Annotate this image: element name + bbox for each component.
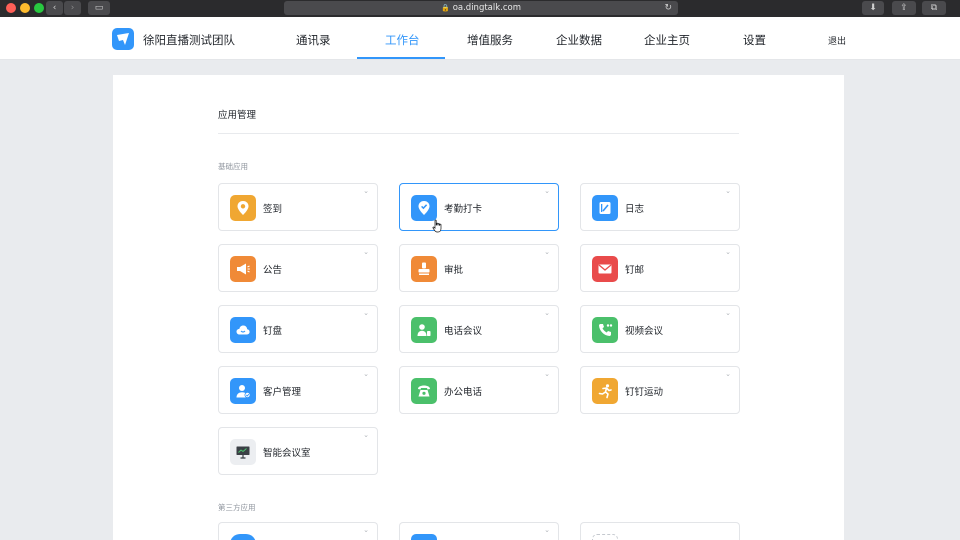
forward-arrow-icon: › [70,3,75,13]
app-card-checkin[interactable]: 签到 ⌄ [218,183,378,231]
app-card-smart-meeting-room[interactable]: 智能会议室 ⌄ [218,427,378,475]
close-window-button[interactable] [6,3,16,13]
nav-enterprise-data[interactable]: 企业数据 [556,32,602,48]
chevron-down-icon[interactable]: ⌄ [544,526,550,534]
chevron-down-icon[interactable]: ⌄ [363,526,369,534]
lock-icon: 🔒 [440,4,450,12]
chevron-down-icon[interactable]: ⌄ [363,309,369,317]
customer-icon [230,378,256,404]
minimize-window-button[interactable] [20,3,30,13]
app-card-attendance[interactable]: 考勤打卡 ⌄ [399,183,559,231]
third-party-apps-heading: 第三方应用 [218,503,256,512]
app-label: 审批 [444,265,464,276]
nav-contacts[interactable]: 通讯录 [296,32,331,48]
chevron-down-icon[interactable]: ⌄ [725,248,731,256]
sidebar-toggle-button[interactable]: ▭ [88,1,110,15]
app-label: 办公电话 [444,387,483,398]
app-card-announcement[interactable]: 公告 ⌄ [218,244,378,292]
app-card-video-conference[interactable]: 视频会议 ⌄ [580,305,740,353]
app-card-mail[interactable]: 钉邮 ⌄ [580,244,740,292]
nav-value-added-services[interactable]: 增值服务 [467,32,513,48]
app-label: 智能会议室 [263,448,311,459]
tabs-icon: ⧉ [930,3,938,13]
chevron-down-icon[interactable]: ⌄ [363,370,369,378]
location-pin-icon [230,195,256,221]
maximize-window-button[interactable] [34,3,44,13]
app-card-conference-call[interactable]: 电话会议 ⌄ [399,305,559,353]
back-button[interactable]: ‹ [46,1,63,15]
chevron-down-icon[interactable]: ⌄ [363,187,369,195]
video-call-icon [592,317,618,343]
reload-icon[interactable]: ↻ [664,1,672,15]
active-nav-indicator [357,57,445,59]
app-label: 钉钉运动 [625,387,664,398]
share-button[interactable]: ⇪ [892,1,916,15]
app-label: 客户管理 [263,387,302,398]
app-icon [230,534,256,540]
forward-button[interactable]: › [64,1,81,15]
chevron-down-icon[interactable]: ⌄ [363,248,369,256]
add-app-placeholder-icon [592,534,618,540]
app-card-approval[interactable]: 审批 ⌄ [399,244,559,292]
hand-cursor-icon [432,219,442,233]
basic-apps-heading: 基础应用 [218,162,248,171]
app-label: 视频会议 [625,326,664,337]
chevron-down-icon[interactable]: ⌄ [544,248,550,256]
runner-icon [592,378,618,404]
app-header: 徐阳直播测试团队 通讯录 工作台 增值服务 企业数据 企业主页 设置 退出 [0,17,960,60]
phone-person-icon [411,317,437,343]
cloud-icon [230,317,256,343]
tab-overview-button[interactable]: ⧉ [922,1,946,15]
megaphone-icon [230,256,256,282]
logout-link[interactable]: 退出 [828,34,846,47]
notebook-icon [592,195,618,221]
checkin-pin-icon [411,195,437,221]
browser-toolbar: ‹ › ▭ 🔒 oa.dingtalk.com ↻ ⬇ ⇪ ⧉ [0,0,960,17]
app-label: 考勤打卡 [444,204,483,215]
back-arrow-icon: ‹ [52,3,57,13]
app-label: 电话会议 [444,326,483,337]
chevron-down-icon[interactable]: ⌄ [725,370,731,378]
app-label: 公告 [263,265,283,276]
app-card-customer-management[interactable]: 客户管理 ⌄ [218,366,378,414]
app-label: 签到 [263,204,283,215]
app-card-drive[interactable]: 钉盘 ⌄ [218,305,378,353]
mail-icon [592,256,618,282]
chevron-down-icon[interactable]: ⌄ [725,187,731,195]
chevron-down-icon[interactable]: ⌄ [544,370,550,378]
downloads-button[interactable]: ⬇ [862,1,884,15]
address-bar[interactable]: 🔒 oa.dingtalk.com ↻ [284,1,678,15]
nav-enterprise-homepage[interactable]: 企业主页 [644,32,690,48]
nav-settings[interactable]: 设置 [743,32,766,48]
share-icon: ⇪ [900,3,908,13]
app-icon [411,534,437,540]
app-label: 钉盘 [263,326,283,337]
download-icon: ⬇ [869,3,877,13]
chevron-down-icon[interactable]: ⌄ [725,309,731,317]
chevron-down-icon[interactable]: ⌄ [363,431,369,439]
chevron-down-icon[interactable]: ⌄ [544,187,550,195]
app-card-office-phone[interactable]: 办公电话 ⌄ [399,366,559,414]
page-title: 应用管理 [218,110,257,121]
sidebar-icon: ▭ [94,3,104,13]
dingtalk-logo-icon[interactable] [112,28,134,50]
presentation-board-icon [230,439,256,465]
url-text: oa.dingtalk.com [452,3,522,13]
app-label: 日志 [625,204,645,215]
app-card-log[interactable]: 日志 ⌄ [580,183,740,231]
desk-phone-icon [411,378,437,404]
add-app-card[interactable] [580,522,740,540]
stamp-icon [411,256,437,282]
third-party-app-card[interactable]: ⌄ [218,522,378,540]
app-card-dingtalk-sports[interactable]: 钉钉运动 ⌄ [580,366,740,414]
app-label: 钉邮 [625,265,645,276]
nav-workbench[interactable]: 工作台 [385,32,420,48]
third-party-app-card[interactable]: ⌄ [399,522,559,540]
chevron-down-icon[interactable]: ⌄ [544,309,550,317]
divider [218,133,739,134]
team-name[interactable]: 徐阳直播测试团队 [143,32,235,48]
